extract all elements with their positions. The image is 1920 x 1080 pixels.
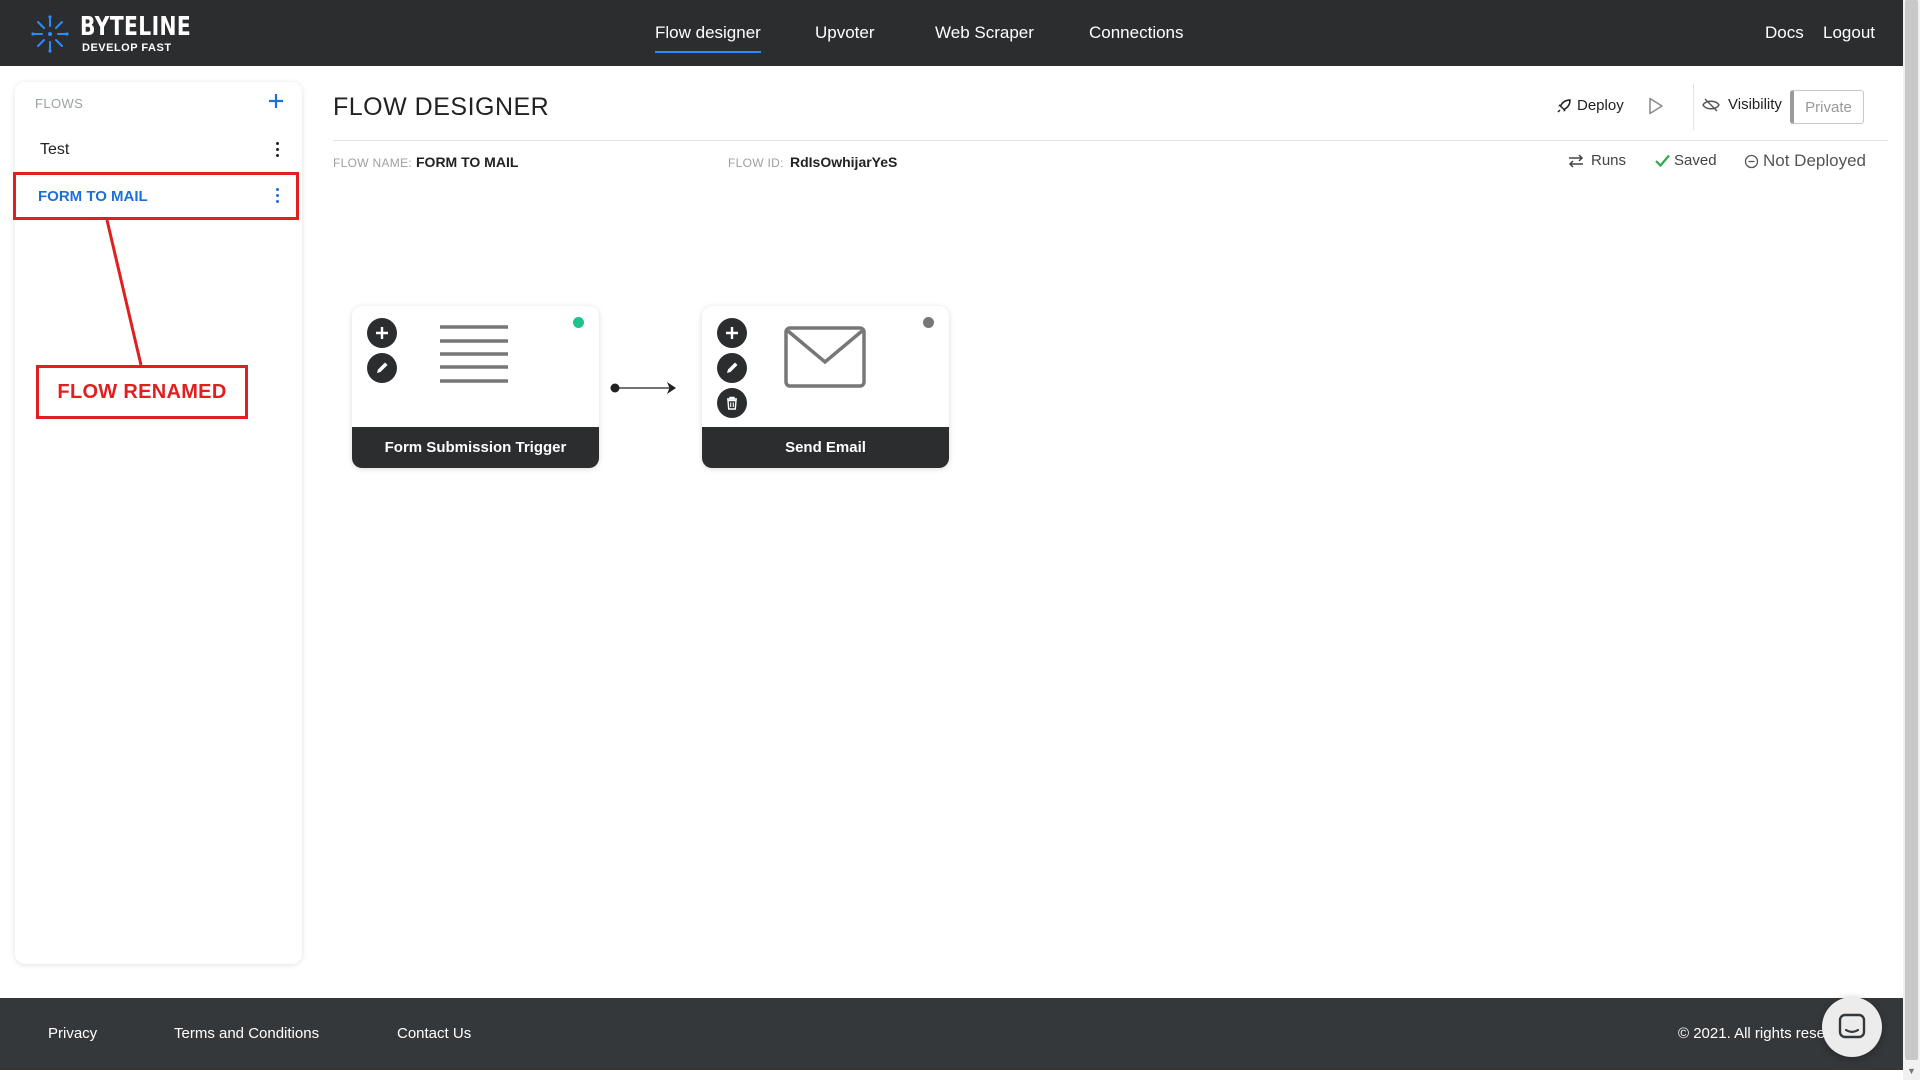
node-title: Send Email: [702, 427, 949, 468]
swap-arrows-icon: [1568, 153, 1584, 168]
page-footer: Privacy Terms and Conditions Contact Us …: [0, 998, 1903, 1070]
plus-icon: [376, 327, 388, 339]
flow-id-value: RdIsOwhijarYeS: [790, 154, 898, 170]
node-form-submission-trigger[interactable]: Form Submission Trigger: [352, 306, 599, 468]
runs-button[interactable]: Runs: [1568, 152, 1626, 169]
visibility-toggle[interactable]: Visibility: [1702, 96, 1782, 113]
flow-item-label: Test: [40, 141, 70, 158]
add-flow-button[interactable]: [268, 90, 284, 114]
form-lines-icon: [438, 323, 510, 398]
nav-docs[interactable]: Docs: [1765, 0, 1804, 66]
nav-logout[interactable]: Logout: [1823, 0, 1875, 66]
flow-id-label: FLOW ID:: [728, 156, 784, 170]
deploy-status: Not Deployed: [1744, 151, 1866, 171]
footer-contact-link[interactable]: Contact Us: [397, 998, 471, 1070]
saved-status: Saved: [1655, 152, 1717, 169]
play-icon: [1649, 97, 1663, 115]
footer-terms-link[interactable]: Terms and Conditions: [174, 998, 319, 1070]
delete-node-button[interactable]: [717, 388, 747, 418]
highlight-box: [13, 172, 299, 220]
page-title: FLOW DESIGNER: [333, 93, 550, 121]
node-send-email[interactable]: Send Email: [702, 306, 949, 468]
chat-icon: [1838, 1013, 1866, 1039]
brand-name: BYTELINE: [80, 12, 192, 42]
rocket-icon: [1557, 98, 1571, 113]
header-divider: [333, 140, 1888, 141]
runs-label: Runs: [1591, 152, 1627, 169]
byteline-logo-icon: [30, 14, 70, 54]
pencil-icon: [377, 362, 388, 373]
run-button[interactable]: [1648, 97, 1664, 115]
trash-icon: [727, 396, 737, 410]
node-title: Form Submission Trigger: [352, 427, 599, 468]
scroll-down-arrow-icon[interactable]: ▼: [1903, 1063, 1920, 1080]
private-button[interactable]: Private: [1790, 90, 1864, 124]
toolbar-divider: [1693, 84, 1694, 130]
page-scrollbar[interactable]: ▼: [1903, 0, 1920, 1080]
copyright-text: © 2021. All rights reserved.: [1678, 1025, 1824, 1042]
flow-item-test[interactable]: Test: [15, 128, 302, 172]
kebab-menu-icon[interactable]: [276, 140, 280, 160]
edit-node-button[interactable]: [717, 353, 747, 383]
plus-icon: [726, 327, 738, 339]
scrollbar-thumb[interactable]: [1905, 0, 1918, 1060]
pencil-icon: [727, 362, 738, 373]
node-connector-arrow: [610, 382, 676, 394]
visibility-label: Visibility: [1728, 96, 1782, 113]
nav-connections[interactable]: Connections: [1089, 0, 1184, 66]
deploy-button[interactable]: Deploy: [1556, 97, 1624, 114]
envelope-icon: [784, 326, 866, 393]
saved-label: Saved: [1674, 152, 1717, 169]
flow-name-label: FLOW NAME:: [333, 156, 413, 170]
flows-heading: FLOWS: [35, 96, 84, 111]
nav-flow-designer[interactable]: Flow designer: [655, 0, 761, 66]
brand-tagline: DEVELOP FAST: [82, 42, 172, 54]
deploy-status-label: Not Deployed: [1763, 151, 1867, 170]
minus-circle-icon: [1744, 154, 1759, 168]
plus-icon: [269, 94, 283, 108]
edit-node-button[interactable]: [367, 353, 397, 383]
add-node-button[interactable]: [367, 318, 397, 348]
status-dot-inactive: [923, 317, 934, 328]
bottom-strip: [0, 1070, 1903, 1080]
add-node-button[interactable]: [717, 318, 747, 348]
nav-web-scraper[interactable]: Web Scraper: [935, 0, 1034, 66]
brand-logo[interactable]: BYTELINE DEVELOP FAST: [30, 12, 222, 56]
chat-widget-button[interactable]: [1822, 997, 1882, 1057]
deploy-label: Deploy: [1577, 97, 1624, 114]
flow-name-value[interactable]: FORM TO MAIL: [416, 154, 518, 170]
eye-off-icon: [1702, 98, 1720, 111]
status-dot-active: [573, 317, 584, 328]
flow-renamed-callout: FLOW RENAMED: [36, 365, 248, 419]
footer-privacy-link[interactable]: Privacy: [48, 998, 97, 1070]
nav-upvoter[interactable]: Upvoter: [815, 0, 875, 66]
top-nav-bar: BYTELINE DEVELOP FAST Flow designer Upvo…: [0, 0, 1903, 66]
check-icon: [1655, 154, 1670, 167]
